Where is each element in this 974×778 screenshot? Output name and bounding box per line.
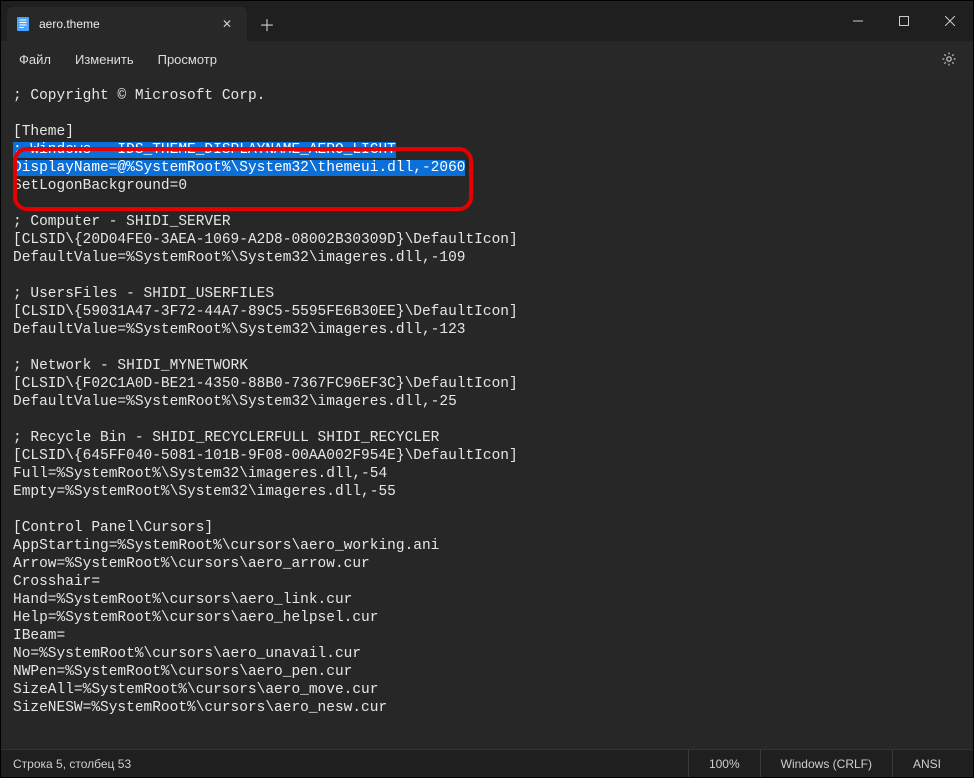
editor-line[interactable]: ; UsersFiles - SHIDI_USERFILES (13, 285, 973, 303)
editor-line[interactable]: No=%SystemRoot%\cursors\aero_unavail.cur (13, 645, 973, 663)
editor-line[interactable]: ; Network - SHIDI_MYNETWORK (13, 357, 973, 375)
editor-line[interactable] (13, 501, 973, 519)
editor-line[interactable]: ; Windows - IDS_THEME_DISPLAYNAME_AERO_L… (13, 141, 973, 159)
editor-line[interactable] (13, 339, 973, 357)
menu-file[interactable]: Файл (7, 46, 63, 73)
editor-line[interactable]: Empty=%SystemRoot%\System32\imageres.dll… (13, 483, 973, 501)
editor-line[interactable]: [Control Panel\Cursors] (13, 519, 973, 537)
settings-button[interactable] (931, 45, 967, 73)
editor-line[interactable]: [CLSID\{20D04FE0-3AEA-1069-A2D8-08002B30… (13, 231, 973, 249)
editor-line[interactable]: ; Recycle Bin - SHIDI_RECYCLERFULL SHIDI… (13, 429, 973, 447)
editor-line[interactable]: Full=%SystemRoot%\System32\imageres.dll,… (13, 465, 973, 483)
editor-line[interactable] (13, 195, 973, 213)
editor-line[interactable]: DisplayName=@%SystemRoot%\System32\theme… (13, 159, 973, 177)
editor-line[interactable]: DefaultValue=%SystemRoot%\System32\image… (13, 393, 973, 411)
close-button[interactable] (927, 1, 973, 41)
statusbar: Строка 5, столбец 53 100% Windows (CRLF)… (1, 749, 973, 777)
editor-line[interactable]: ; Computer - SHIDI_SERVER (13, 213, 973, 231)
editor-line[interactable] (13, 411, 973, 429)
status-encoding[interactable]: ANSI (892, 750, 961, 777)
editor-line[interactable]: AppStarting=%SystemRoot%\cursors\aero_wo… (13, 537, 973, 555)
tab-active[interactable]: aero.theme ✕ (7, 7, 247, 41)
menubar: Файл Изменить Просмотр (1, 41, 973, 77)
new-tab-button[interactable]: ＋ (251, 7, 283, 41)
editor-line[interactable]: DefaultValue=%SystemRoot%\System32\image… (13, 249, 973, 267)
editor-line[interactable] (13, 105, 973, 123)
editor-line[interactable]: Hand=%SystemRoot%\cursors\aero_link.cur (13, 591, 973, 609)
editor-line[interactable]: [Theme] (13, 123, 973, 141)
editor-line[interactable] (13, 267, 973, 285)
maximize-button[interactable] (881, 1, 927, 41)
status-zoom[interactable]: 100% (688, 750, 760, 777)
editor-line[interactable]: IBeam= (13, 627, 973, 645)
editor-line[interactable]: [CLSID\{59031A47-3F72-44A7-89C5-5595FE6B… (13, 303, 973, 321)
menu-edit[interactable]: Изменить (63, 46, 146, 73)
menu-view[interactable]: Просмотр (146, 46, 229, 73)
editor-line[interactable]: SetLogonBackground=0 (13, 177, 973, 195)
editor-line[interactable]: DefaultValue=%SystemRoot%\System32\image… (13, 321, 973, 339)
status-eol[interactable]: Windows (CRLF) (760, 750, 892, 777)
editor-line[interactable]: Help=%SystemRoot%\cursors\aero_helpsel.c… (13, 609, 973, 627)
minimize-button[interactable] (835, 1, 881, 41)
editor-line[interactable]: [CLSID\{F02C1A0D-BE21-4350-88B0-7367FC96… (13, 375, 973, 393)
editor-line[interactable]: SizeNESW=%SystemRoot%\cursors\aero_nesw.… (13, 699, 973, 717)
editor-line[interactable]: [CLSID\{645FF040-5081-101B-9F08-00AA002F… (13, 447, 973, 465)
titlebar: aero.theme ✕ ＋ (1, 1, 973, 41)
editor-line[interactable]: NWPen=%SystemRoot%\cursors\aero_pen.cur (13, 663, 973, 681)
window-controls (835, 1, 973, 41)
editor-line[interactable]: Arrow=%SystemRoot%\cursors\aero_arrow.cu… (13, 555, 973, 573)
editor-area[interactable]: ; Copyright © Microsoft Corp. [Theme]; Wi… (1, 77, 973, 751)
tab-title: aero.theme (39, 17, 209, 31)
status-position: Строка 5, столбец 53 (13, 757, 688, 771)
tab-close-button[interactable]: ✕ (217, 14, 237, 34)
editor-line[interactable]: Crosshair= (13, 573, 973, 591)
notepad-icon (15, 16, 31, 32)
editor-line[interactable]: SizeAll=%SystemRoot%\cursors\aero_move.c… (13, 681, 973, 699)
editor-line[interactable]: ; Copyright © Microsoft Corp. (13, 87, 973, 105)
